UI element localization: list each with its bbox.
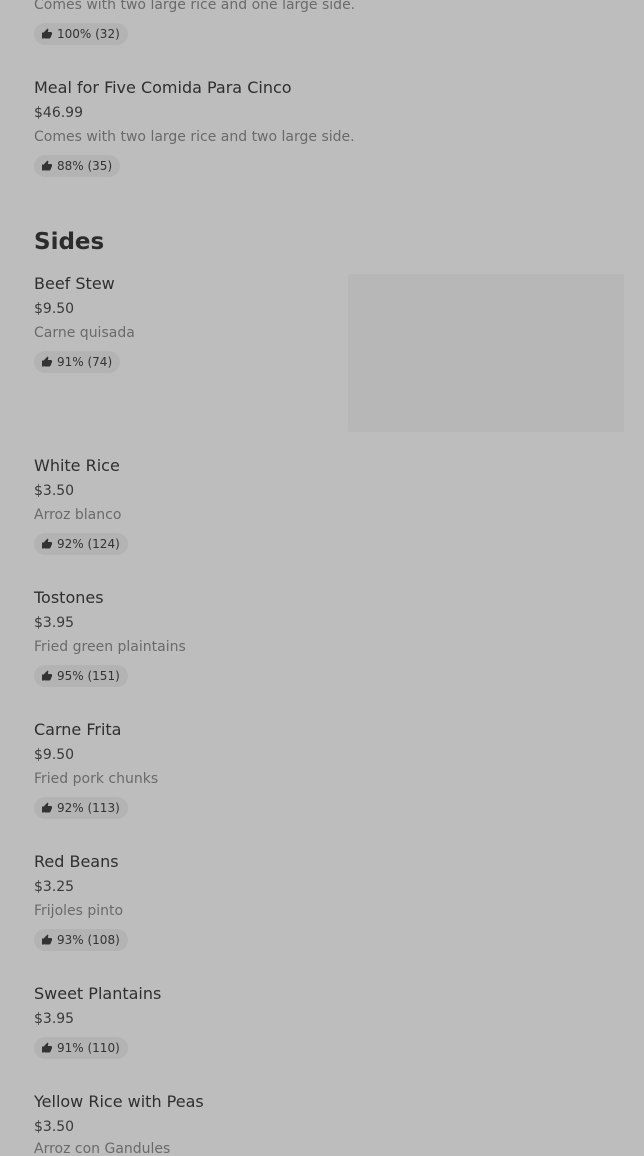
thumbs-up-icon <box>42 670 52 681</box>
rating-badge: 91% (110) <box>34 1037 128 1059</box>
rating-text: 93% (108) <box>57 933 120 947</box>
rating-text: 92% (113) <box>57 801 120 815</box>
rating-badge: 92% (113) <box>34 797 128 819</box>
section-title: Sides <box>34 229 105 255</box>
menu-page: Comes with two large rice and one large … <box>0 0 644 1156</box>
rating-badge: 88% (35) <box>34 155 121 177</box>
item-description: Comes with two large rice and two large … <box>34 129 355 145</box>
rating-text: 91% (74) <box>57 355 113 369</box>
thumbs-up-icon <box>42 1042 52 1053</box>
rating-text: 88% (35) <box>57 159 113 173</box>
item-price: $3.50 <box>34 483 75 499</box>
thumbs-up-icon <box>42 160 52 171</box>
rating-text: 92% (124) <box>57 537 120 551</box>
item-price: $9.50 <box>34 747 75 763</box>
thumbs-up-icon <box>42 538 52 549</box>
rating-badge: 91% (74) <box>34 351 121 373</box>
item-description: Fried pork chunks <box>34 771 159 787</box>
item-name[interactable]: Red Beans <box>34 852 119 872</box>
item-description: Arroz blanco <box>34 507 122 523</box>
rating-badge: 93% (108) <box>34 929 128 951</box>
item-image[interactable] <box>348 274 624 432</box>
item-name[interactable]: Sweet Plantains <box>34 984 161 1004</box>
item-description: Carne quisada <box>34 325 135 341</box>
item-description: Arroz con Gandules <box>34 1141 171 1156</box>
item-name[interactable]: Meal for Five Comida Para Cinco <box>34 78 292 98</box>
thumbs-up-icon <box>42 934 52 945</box>
rating-text: 91% (110) <box>57 1041 120 1055</box>
item-name[interactable]: Yellow Rice with Peas <box>34 1092 204 1112</box>
rating-text: 95% (151) <box>57 669 120 683</box>
rating-badge: 100% (32) <box>34 23 128 45</box>
thumbs-up-icon <box>42 28 52 39</box>
rating-badge: 95% (151) <box>34 665 128 687</box>
thumbs-up-icon <box>42 356 52 367</box>
item-description: Fried green plaintains <box>34 639 186 655</box>
rating-text: 100% (32) <box>57 27 120 41</box>
item-price: $46.99 <box>34 105 83 121</box>
item-price: $3.50 <box>34 1119 75 1135</box>
item-name[interactable]: Beef Stew <box>34 274 115 294</box>
item-name[interactable]: Tostones <box>34 588 104 608</box>
item-description: Frijoles pinto <box>34 903 124 919</box>
item-description: Comes with two large rice and one large … <box>34 0 356 13</box>
item-name[interactable]: Carne Frita <box>34 720 121 740</box>
rating-badge: 92% (124) <box>34 533 128 555</box>
item-price: $3.25 <box>34 879 75 895</box>
item-price: $3.95 <box>34 1011 75 1027</box>
item-price: $3.95 <box>34 615 75 631</box>
item-name[interactable]: White Rice <box>34 456 120 476</box>
item-price: $9.50 <box>34 301 75 317</box>
thumbs-up-icon <box>42 802 52 813</box>
